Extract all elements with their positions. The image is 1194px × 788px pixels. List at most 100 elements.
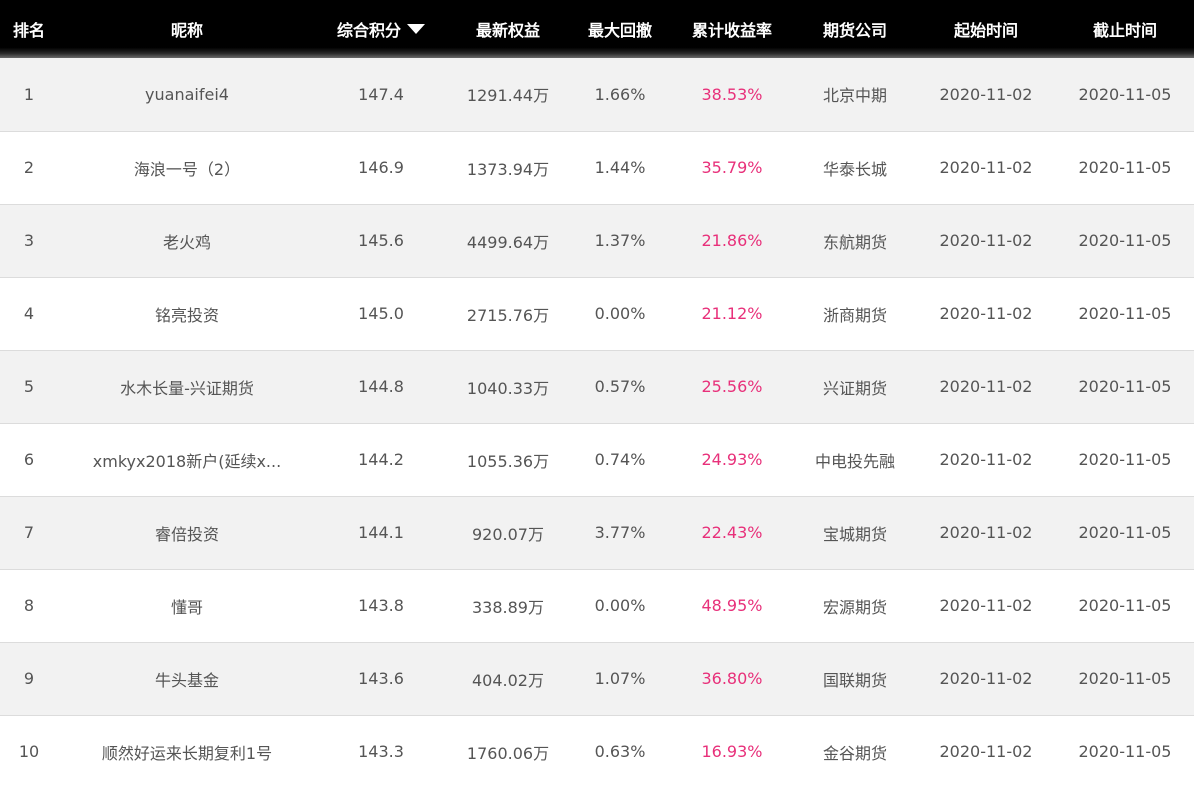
start-date-cell: 2020-11-02 bbox=[939, 742, 1033, 762]
header-rank[interactable]: 排名 bbox=[0, 0, 58, 58]
table-row[interactable]: 10 顺然好运来长期复利1号 143.3 1760.06万 0.63% 16.93% 金谷期… bbox=[0, 715, 1194, 788]
drawdown-cell: 0.00% bbox=[594, 304, 646, 323]
table-row[interactable]: 1 yuanaifei4 147.4 1291.44万 1.66% 38.53% 北京中期 2… bbox=[0, 58, 1194, 131]
drawdown-cell: 1.07% bbox=[594, 669, 646, 688]
end-date-cell: 2020-11-05 bbox=[1078, 450, 1172, 469]
nickname-cell[interactable]: 顺然好运来长期复利1号 bbox=[58, 715, 316, 788]
start-date-cell: 2020-11-02 bbox=[939, 450, 1033, 469]
return-cell: 25.56% bbox=[701, 377, 763, 396]
rank-cell: 7 bbox=[23, 523, 35, 542]
score-cell: 147.4 bbox=[358, 84, 404, 104]
equity-cell: 338.89万 bbox=[472, 597, 544, 617]
equity-cell: 1055.36万 bbox=[466, 451, 550, 471]
drawdown-cell: 0.57% bbox=[594, 377, 646, 396]
start-date-cell: 2020-11-02 bbox=[939, 231, 1033, 250]
drawdown-cell: 3.77% bbox=[594, 523, 646, 542]
score-cell: 144.8 bbox=[358, 377, 404, 396]
rank-cell: 1 bbox=[23, 84, 35, 104]
header-drawdown[interactable]: 最大回撤 bbox=[570, 0, 670, 58]
equity-cell: 404.02万 bbox=[472, 670, 544, 690]
nickname-cell[interactable]: 睿倍投资 bbox=[58, 496, 316, 569]
table-header-row: 排名 昵称 综合积分 最新权益 最大回撤 累计收益率 期货公司 起始时间 截止时… bbox=[0, 0, 1194, 58]
equity-cell: 920.07万 bbox=[472, 524, 544, 544]
broker-cell: 兴证期货 bbox=[822, 378, 887, 398]
equity-cell: 4499.64万 bbox=[466, 232, 550, 252]
score-cell: 144.1 bbox=[358, 523, 404, 542]
equity-cell: 1040.33万 bbox=[466, 378, 550, 398]
start-date-cell: 2020-11-02 bbox=[939, 523, 1033, 542]
header-score[interactable]: 综合积分 bbox=[316, 0, 446, 58]
table-row[interactable]: 6 xmkyx2018新户(延续x... 144.2 1055.36万 0.74% 24.… bbox=[0, 423, 1194, 496]
table-row[interactable]: 3 老火鸡 145.6 4499.64万 1.37% 21.86% 东航期货 2020-11-… bbox=[0, 204, 1194, 277]
drawdown-cell: 1.37% bbox=[594, 231, 646, 250]
broker-cell: 浙商期货 bbox=[822, 305, 887, 325]
score-cell: 144.2 bbox=[358, 450, 404, 469]
start-date-cell: 2020-11-02 bbox=[939, 304, 1033, 323]
header-equity[interactable]: 最新权益 bbox=[446, 0, 570, 58]
return-cell: 48.95% bbox=[701, 596, 763, 615]
end-date-cell: 2020-11-05 bbox=[1078, 231, 1172, 250]
end-date-cell: 2020-11-05 bbox=[1078, 596, 1172, 615]
rank-cell: 8 bbox=[23, 596, 35, 615]
end-date-cell: 2020-11-05 bbox=[1078, 523, 1172, 542]
start-date-cell: 2020-11-02 bbox=[939, 377, 1033, 396]
return-cell: 38.53% bbox=[701, 84, 763, 104]
return-cell: 35.79% bbox=[701, 158, 763, 177]
header-return[interactable]: 累计收益率 bbox=[670, 0, 794, 58]
nickname-cell[interactable]: 老火鸡 bbox=[58, 204, 316, 277]
nickname-cell[interactable]: 海浪一号（2） bbox=[58, 131, 316, 204]
score-cell: 143.8 bbox=[358, 596, 404, 615]
table-row[interactable]: 8 懂哥 143.8 338.89万 0.00% 48.95% 宏源期货 2020-11-02… bbox=[0, 569, 1194, 642]
table-row[interactable]: 7 睿倍投资 144.1 920.07万 3.77% 22.43% 宝城期货 2020-11-… bbox=[0, 496, 1194, 569]
return-cell: 36.80% bbox=[701, 669, 763, 688]
broker-cell: 中电投先融 bbox=[814, 451, 895, 471]
nickname-cell[interactable]: 铭亮投资 bbox=[58, 277, 316, 350]
broker-cell: 东航期货 bbox=[822, 232, 887, 252]
rank-cell: 6 bbox=[23, 450, 35, 469]
rank-cell: 5 bbox=[23, 377, 35, 396]
rank-cell: 9 bbox=[23, 669, 35, 688]
return-cell: 21.12% bbox=[701, 304, 763, 323]
rank-cell: 2 bbox=[23, 158, 35, 177]
broker-cell: 宝城期货 bbox=[822, 524, 887, 544]
broker-cell: 金谷期货 bbox=[822, 743, 887, 763]
nickname-cell[interactable]: 牛头基金 bbox=[58, 642, 316, 715]
header-end[interactable]: 截止时间 bbox=[1056, 0, 1194, 58]
nickname-cell[interactable]: yuanaifei4 bbox=[58, 58, 316, 131]
score-cell: 143.6 bbox=[358, 669, 404, 688]
score-cell: 146.9 bbox=[358, 158, 404, 177]
broker-cell: 宏源期货 bbox=[822, 597, 887, 617]
start-date-cell: 2020-11-02 bbox=[939, 84, 1033, 104]
table-row[interactable]: 9 牛头基金 143.6 404.02万 1.07% 36.80% 国联期货 2020-11-… bbox=[0, 642, 1194, 715]
score-cell: 143.3 bbox=[358, 742, 404, 762]
broker-cell: 国联期货 bbox=[822, 670, 887, 690]
nickname-cell[interactable]: 懂哥 bbox=[58, 569, 316, 642]
rank-cell: 10 bbox=[18, 742, 40, 762]
rank-cell: 3 bbox=[23, 231, 35, 250]
drawdown-cell: 1.66% bbox=[594, 84, 646, 104]
table-row[interactable]: 4 铭亮投资 145.0 2715.76万 0.00% 21.12% 浙商期货 2020-11… bbox=[0, 277, 1194, 350]
rank-cell: 4 bbox=[23, 304, 35, 323]
return-cell: 16.93% bbox=[701, 742, 763, 762]
start-date-cell: 2020-11-02 bbox=[939, 158, 1033, 177]
broker-cell: 北京中期 bbox=[822, 86, 887, 106]
drawdown-cell: 1.44% bbox=[594, 158, 646, 177]
score-cell: 145.6 bbox=[358, 231, 404, 250]
drawdown-cell: 0.74% bbox=[594, 450, 646, 469]
ranking-table: 排名 昵称 综合积分 最新权益 最大回撤 累计收益率 期货公司 起始时间 截止时… bbox=[0, 0, 1194, 788]
table-row[interactable]: 5 水木长量-兴证期货 144.8 1040.33万 0.57% 25.56% 兴证期货 20… bbox=[0, 350, 1194, 423]
header-start[interactable]: 起始时间 bbox=[916, 0, 1056, 58]
broker-cell: 华泰长城 bbox=[822, 159, 887, 179]
table-row[interactable]: 2 海浪一号（2） 146.9 1373.94万 1.44% 35.79% 华泰长城 2020… bbox=[0, 131, 1194, 204]
equity-cell: 2715.76万 bbox=[466, 305, 550, 325]
drawdown-cell: 0.00% bbox=[594, 596, 646, 615]
return-cell: 24.93% bbox=[701, 450, 763, 469]
nickname-cell[interactable]: 水木长量-兴证期货 bbox=[58, 350, 316, 423]
nickname-cell[interactable]: xmkyx2018新户(延续x... bbox=[58, 423, 316, 496]
caret-down-icon[interactable] bbox=[407, 24, 425, 34]
end-date-cell: 2020-11-05 bbox=[1078, 304, 1172, 323]
header-broker[interactable]: 期货公司 bbox=[794, 0, 916, 58]
header-nickname[interactable]: 昵称 bbox=[58, 0, 316, 58]
start-date-cell: 2020-11-02 bbox=[939, 596, 1033, 615]
return-cell: 21.86% bbox=[701, 231, 763, 250]
